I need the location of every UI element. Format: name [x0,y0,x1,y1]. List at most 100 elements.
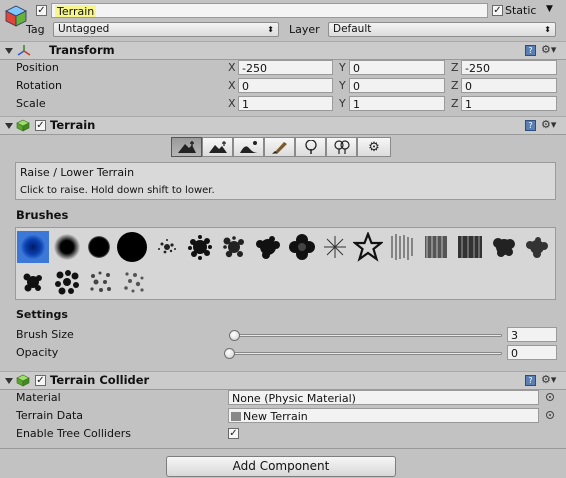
static-dropdown-arrow-icon[interactable]: ▼ [546,4,553,14]
settings-label: Settings [16,308,68,321]
terrain-enabled-checkbox[interactable]: ✓ [35,120,46,131]
transform-axes-icon [17,45,31,56]
foldout-arrow-icon[interactable] [5,123,13,129]
layer-dropdown[interactable]: Default ⬍ [328,22,556,37]
material-field[interactable]: None (Physic Material) [228,390,539,405]
transform-title: Transform [49,43,115,57]
brush-1[interactable] [51,231,83,263]
brush-8[interactable] [286,231,318,263]
brush-17[interactable] [51,266,83,298]
brush-11[interactable] [386,231,418,263]
brush-10[interactable] [352,231,384,263]
position-label: Position [16,61,59,74]
terrain-data-field[interactable]: New Terrain [228,408,539,423]
help-book-icon[interactable]: ? [525,375,536,386]
axis-x-label: X [228,97,236,110]
scale-y-field[interactable]: 1 [349,96,445,111]
axis-y-label: Y [339,79,346,92]
terrain-collider-header[interactable]: ✓ Terrain Collider ? ⚙▾ [0,371,566,390]
scale-z-field[interactable]: 1 [461,96,557,111]
brush-size-field[interactable]: 3 [507,327,557,342]
brush-6[interactable] [218,231,250,263]
brush-12[interactable] [420,231,452,263]
object-picker-icon[interactable] [546,393,554,401]
transform-header[interactable]: Transform ? ⚙▾ [0,41,566,60]
tag-dropdown[interactable]: Untagged ⬍ [53,22,279,37]
flower-brush-icon [289,234,315,260]
active-checkbox[interactable]: ✓ [36,5,47,16]
brush-7[interactable] [252,231,284,263]
tree-colliders-checkbox[interactable]: ✓ [228,428,239,439]
soft-brush-icon [21,235,45,259]
terrain-data-asset-icon [231,412,241,421]
gear-icon[interactable]: ⚙▾ [541,118,556,131]
axis-y-label: Y [339,97,346,110]
tag-value: Untagged [58,23,110,35]
terrain-title: Terrain [50,118,96,132]
brush-2[interactable] [83,231,115,263]
brush-0[interactable] [17,231,49,263]
terrain-collider-enabled-checkbox[interactable]: ✓ [35,375,46,386]
brush-15[interactable] [521,231,553,263]
tool-smooth-height[interactable] [233,137,264,157]
terrain-collider-cube-icon [16,374,30,387]
tool-raise-lower[interactable] [171,137,202,157]
opacity-slider-track[interactable] [230,352,502,355]
paint-details-icon [333,140,350,154]
tag-dropdown-arrow-icon: ⬍ [267,25,274,34]
foldout-arrow-icon[interactable] [5,48,13,54]
brush-size-slider-thumb[interactable] [229,330,240,341]
splatter-brush-icon [158,239,176,254]
tool-paint-texture[interactable] [264,137,295,157]
place-trees-icon [304,139,317,154]
gear-icon[interactable]: ⚙▾ [541,373,556,386]
tool-paint-details[interactable] [326,137,357,157]
rotation-z-field[interactable]: 0 [461,78,557,93]
brush-5[interactable] [184,231,216,263]
brush-13[interactable] [454,231,486,263]
help-book-icon[interactable]: ? [525,45,536,56]
tool-terrain-settings[interactable]: ⚙ [357,137,391,157]
brush-18[interactable] [85,266,117,298]
axis-x-label: X [228,79,236,92]
opacity-field[interactable]: 0 [507,345,557,360]
add-component-button[interactable]: Add Component [166,456,396,477]
terrain-data-label: Terrain Data [16,409,83,422]
tool-place-trees[interactable] [295,137,326,157]
gear-icon[interactable]: ⚙▾ [541,43,556,56]
rotation-x-field[interactable]: 0 [238,78,333,93]
object-name-field[interactable]: Terrain [51,3,488,18]
tree-colliders-label: Enable Tree Colliders [16,427,131,440]
terrain-cube-icon [16,119,30,132]
add-component-label: Add Component [232,459,330,473]
axis-z-label: Z [451,61,459,74]
brush-size-slider-track[interactable] [230,334,502,337]
brush-16[interactable] [17,266,49,298]
position-x-field[interactable]: -250 [238,60,333,75]
rotation-y-field[interactable]: 0 [349,78,445,93]
brush-3[interactable] [116,231,148,263]
static-checkbox[interactable]: ✓ [492,5,503,16]
position-z-field[interactable]: -250 [461,60,557,75]
raise-lower-terrain-icon [177,141,196,153]
help-book-icon[interactable]: ? [525,120,536,131]
brushes-grid [15,227,556,300]
tool-paint-height[interactable] [202,137,233,157]
splatter-brush-icon [223,236,244,258]
opacity-slider-thumb[interactable] [224,348,235,359]
object-picker-icon[interactable] [546,411,554,419]
smooth-height-icon [239,141,258,153]
brush-14[interactable] [488,231,520,263]
foldout-arrow-icon[interactable] [5,378,13,384]
brush-19[interactable] [118,266,150,298]
brush-4[interactable] [151,231,183,263]
scale-x-field[interactable]: 1 [238,96,333,111]
axis-z-label: Z [451,97,459,110]
layer-dropdown-arrow-icon: ⬍ [544,25,551,34]
terrain-header[interactable]: ✓ Terrain ? ⚙▾ [0,116,566,135]
scatter-brush-icon [124,272,144,293]
brush-9[interactable] [319,231,351,263]
position-y-field[interactable]: 0 [349,60,445,75]
terrain-data-value: New Terrain [243,410,308,423]
material-label: Material [16,391,61,404]
